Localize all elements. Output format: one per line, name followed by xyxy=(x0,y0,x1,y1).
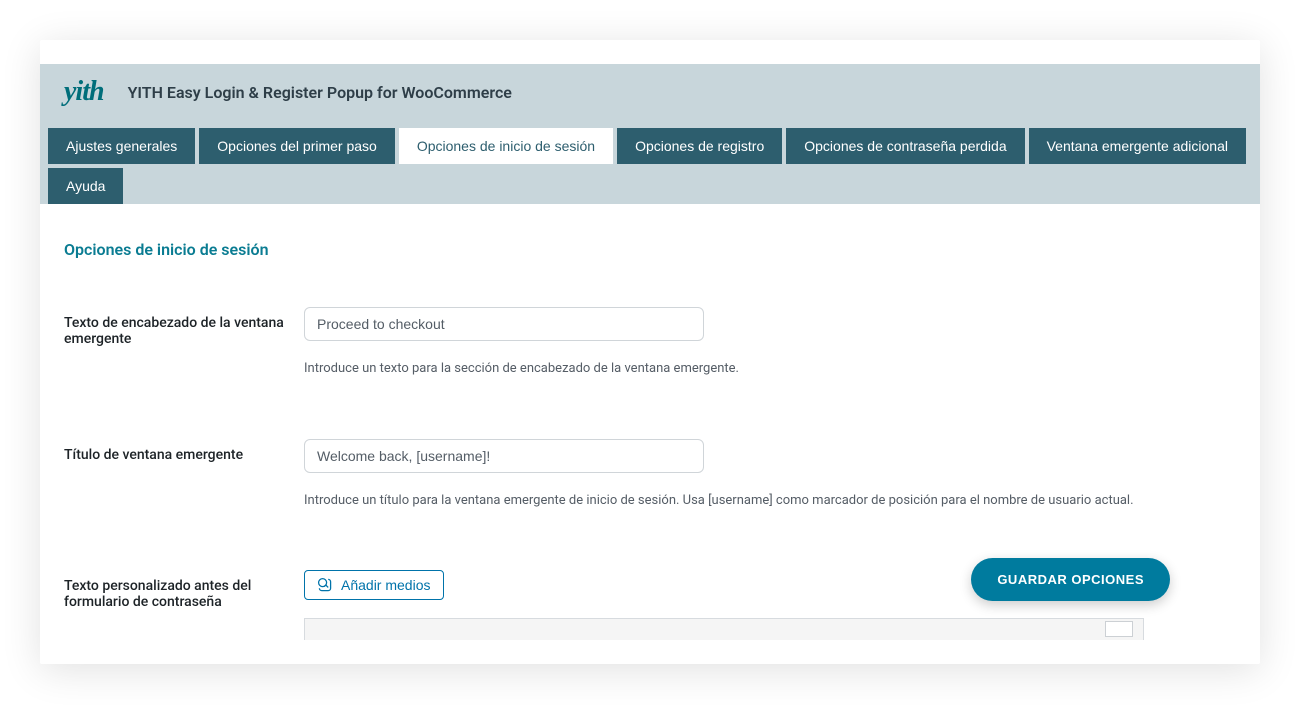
tab-opciones-contrasena-perdida[interactable]: Opciones de contraseña perdida xyxy=(786,128,1024,164)
add-media-label: Añadir medios xyxy=(341,577,431,593)
popup-title-input[interactable] xyxy=(304,439,704,473)
tab-ajustes-generales[interactable]: Ajustes generales xyxy=(48,128,195,164)
add-media-button[interactable]: Añadir medios xyxy=(304,570,444,600)
media-icon xyxy=(317,577,333,593)
tab-opciones-registro[interactable]: Opciones de registro xyxy=(617,128,782,164)
tab-ayuda[interactable]: Ayuda xyxy=(48,168,123,204)
tabs-row: Ajustes generales Opciones del primer pa… xyxy=(40,120,1260,204)
tab-ventana-emergente-adicional[interactable]: Ventana emergente adicional xyxy=(1029,128,1246,164)
custom-text-label: Texto personalizado antes del formulario… xyxy=(64,570,304,610)
header-text-help: Introduce un texto para la sección de en… xyxy=(304,359,1236,379)
tab-opciones-primer-paso[interactable]: Opciones del primer paso xyxy=(199,128,395,164)
section-title: Opciones de inicio de sesión xyxy=(64,240,1236,259)
editor-toolbar-strip[interactable] xyxy=(304,618,1144,640)
save-options-button[interactable]: GUARDAR OPCIONES xyxy=(971,558,1170,601)
header-bar: yith YITH Easy Login & Register Popup fo… xyxy=(40,64,1260,120)
header-text-label: Texto de encabezado de la ventana emerge… xyxy=(64,307,304,347)
field-row-header-text: Texto de encabezado de la ventana emerge… xyxy=(64,307,1236,379)
page-title: YITH Easy Login & Register Popup for Woo… xyxy=(128,83,512,102)
field-row-popup-title: Título de ventana emergente Introduce un… xyxy=(64,439,1236,511)
tab-opciones-inicio-sesion[interactable]: Opciones de inicio de sesión xyxy=(399,128,613,164)
popup-title-help: Introduce un título para la ventana emer… xyxy=(304,491,1236,511)
brand-logo: yith xyxy=(64,76,104,108)
header-text-input[interactable] xyxy=(304,307,704,341)
popup-title-label: Título de ventana emergente xyxy=(64,439,304,463)
